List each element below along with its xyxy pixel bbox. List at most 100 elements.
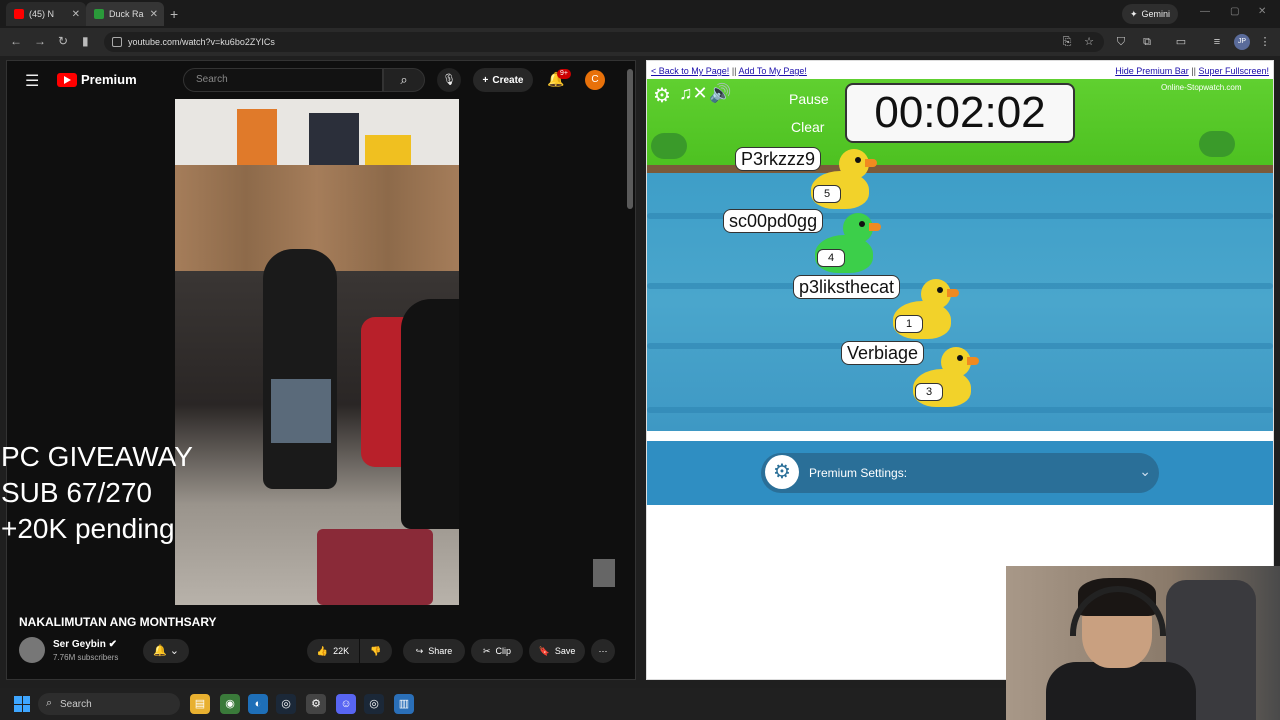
channel-name[interactable]: Ser Geybin ✔ (53, 639, 117, 650)
clear-button[interactable]: Clear (791, 119, 824, 135)
premium-settings-label: Premium Settings: (809, 466, 908, 480)
share-button[interactable]: ↪ Share (403, 639, 465, 663)
site-info-icon[interactable] (112, 37, 122, 47)
add-to-my-page-link[interactable]: Add To My Page! (739, 66, 807, 76)
channel-avatar[interactable] (19, 637, 45, 663)
youtube-search-input[interactable]: Search (183, 68, 383, 92)
search-icon[interactable]: ⌕ (383, 68, 425, 92)
share-icon: ↪ (415, 645, 424, 656)
duck-race-favicon-icon (94, 9, 104, 19)
taskbar-search[interactable]: ⌕ Search (38, 693, 180, 715)
gemini-button[interactable]: ✦ Gemini (1122, 4, 1179, 24)
steam-icon[interactable]: ◎ (364, 694, 384, 714)
hamburger-menu-icon[interactable]: ☰ (25, 71, 39, 91)
duck-beak (967, 357, 979, 365)
more-actions-button[interactable]: ⋯ (591, 639, 615, 663)
youtube-logo[interactable]: Premium (57, 72, 137, 87)
sparkle-icon: ✦ (1130, 8, 1138, 19)
profile-avatar[interactable]: JP (1234, 34, 1250, 50)
back-to-my-page-link[interactable]: < Back to My Page! (651, 66, 729, 76)
video-scene-bag (309, 113, 359, 167)
duck-number: 4 (817, 249, 845, 267)
install-app-icon[interactable]: ⎘ (1060, 35, 1074, 49)
media-control-icon[interactable]: ≡ (1210, 35, 1224, 49)
tab-youtube-label: (45) N (29, 9, 55, 19)
bookmark-star-icon[interactable]: ☆ (1082, 35, 1096, 49)
duck-name-label: Verbiage (841, 341, 925, 365)
sound-icon[interactable]: 🔊 (709, 83, 731, 104)
youtube-window: ☰ Premium Search ⌕ 🎙 + Create 🔔 9+ C PC … (1, 60, 637, 680)
cast-icon[interactable]: ▭ (1174, 35, 1188, 49)
close-tab-icon[interactable]: ✕ (72, 9, 80, 20)
windows-start-icon[interactable] (14, 696, 30, 712)
duck-eye (957, 355, 963, 361)
duck-name-label: sc00pd0gg (723, 209, 824, 233)
notepad-icon[interactable]: ▥ (394, 694, 414, 714)
reload-icon[interactable]: ↻ (58, 34, 68, 48)
music-mute-icon[interactable]: ♫✕ (679, 83, 708, 104)
chrome-icon[interactable]: ◉ (220, 694, 240, 714)
tab-youtube[interactable]: (45) N ✕ (6, 2, 86, 26)
scissors-icon: ✂ (482, 645, 491, 656)
settings-gear-icon[interactable]: ⚙ (653, 83, 671, 108)
subscribed-bell-button[interactable]: 🔔 ⌄ (143, 639, 189, 663)
hide-premium-bar-link[interactable]: Hide Premium Bar (1115, 66, 1189, 76)
file-explorer-icon[interactable]: ▤ (190, 694, 210, 714)
url-field[interactable]: youtube.com/watch?v=ku6bo2ZYICs (104, 32, 1104, 52)
stream-overlay-text: PC GIVEAWAY SUB 67/270 +20K pending (1, 441, 193, 544)
extensions-icon[interactable]: ⧉ (1140, 35, 1154, 49)
link-separator: || (731, 66, 737, 76)
bush (1199, 131, 1235, 157)
webcam-overlay (1006, 566, 1280, 720)
bush (651, 133, 687, 159)
channel-watermark[interactable] (593, 559, 615, 587)
dislike-button[interactable]: 👎 (360, 639, 392, 663)
race-timer: 00:02:02 (845, 83, 1075, 143)
premium-settings-toggle[interactable]: ⚙ Premium Settings: ⌄ (761, 453, 1159, 493)
new-tab-button[interactable]: + (170, 6, 178, 22)
user-avatar[interactable]: C (585, 70, 605, 90)
tab-duck-race[interactable]: Duck Ra ✕ (86, 2, 164, 26)
forward-arrow-icon[interactable]: → (34, 34, 46, 48)
microphone-icon[interactable]: 🎙 (437, 68, 461, 92)
youtube-header: ☰ Premium Search ⌕ 🎙 + Create 🔔 9+ C (7, 61, 637, 99)
duck-eye (855, 157, 861, 163)
plus-icon: + (482, 74, 489, 86)
chevron-down-icon: ⌄ (1139, 463, 1151, 479)
clip-button[interactable]: ✂ Clip (471, 639, 523, 663)
pause-button[interactable]: Pause (789, 91, 829, 107)
close-tab-icon[interactable]: ✕ (150, 9, 158, 20)
edge-icon[interactable]: ◐ (248, 694, 268, 714)
duck-beak (869, 223, 881, 231)
app-icon[interactable]: ⚙ (306, 694, 326, 714)
steam-icon[interactable]: ◎ (276, 694, 296, 714)
clip-label: Clip (495, 646, 512, 656)
maximize-icon[interactable]: ▢ (1230, 6, 1239, 17)
close-window-icon[interactable]: ✕ (1258, 6, 1266, 17)
video-title: NAKALIMUTAN ANG MONTHSARY (19, 615, 217, 629)
duck-number: 5 (813, 185, 841, 203)
youtube-scrollbar[interactable] (627, 69, 633, 209)
like-button[interactable]: 👍 22K (307, 639, 359, 663)
super-fullscreen-link[interactable]: Super Fullscreen! (1198, 66, 1269, 76)
online-stopwatch-logo[interactable]: Online-Stopwatch.com (1161, 83, 1241, 92)
search-icon: ⌕ (46, 697, 53, 709)
thumbs-down-icon: 👎 (370, 645, 382, 656)
duck-name-label: P3rkzzz9 (735, 147, 822, 171)
back-arrow-icon[interactable]: ← (10, 34, 22, 48)
divider (647, 431, 1273, 441)
tab-duck-race-label: Duck Ra (109, 9, 144, 19)
channel-name-text: Ser Geybin (53, 639, 106, 650)
shield-icon[interactable]: ⛉ (1114, 35, 1128, 49)
video-player[interactable] (175, 99, 459, 605)
minimize-icon[interactable]: — (1200, 6, 1210, 17)
create-button[interactable]: + Create (473, 68, 533, 92)
create-label: Create (492, 74, 524, 86)
side-panel-icon[interactable]: ▮ (82, 34, 89, 48)
discord-icon[interactable]: ☺ (336, 694, 356, 714)
water-wave (647, 283, 1273, 289)
menu-dots-icon[interactable]: ⋮ (1258, 35, 1272, 49)
save-button[interactable]: 🔖 Save (529, 639, 585, 663)
notification-badge: 9+ (557, 69, 571, 79)
save-label: Save (554, 646, 576, 656)
